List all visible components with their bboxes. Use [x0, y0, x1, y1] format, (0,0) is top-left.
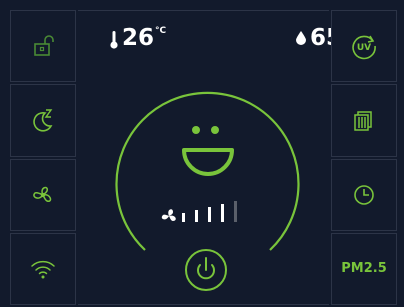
- uv-icon: UV: [352, 35, 376, 60]
- filter-icon: [354, 111, 372, 132]
- clock-icon: [354, 184, 374, 205]
- status-arc: [115, 91, 300, 251]
- fan-speed-bar: [208, 207, 211, 222]
- fan-speed-bar: [182, 213, 185, 222]
- smile-face-icon: [182, 126, 234, 176]
- timer-button[interactable]: [331, 158, 397, 231]
- power-button[interactable]: [185, 249, 227, 291]
- thermometer-icon: [110, 31, 118, 49]
- right-button-column: UV PM2.5: [331, 10, 397, 305]
- temperature-readout: 26 °C: [110, 26, 166, 50]
- pm25-button[interactable]: PM2.5: [331, 232, 397, 305]
- fan-speed-bars: [182, 201, 237, 222]
- filter-button[interactable]: [331, 84, 397, 157]
- fan-speed-bar: [195, 210, 198, 222]
- pm25-label: PM2.5: [341, 261, 387, 277]
- fan-speed-bar: [234, 201, 237, 222]
- fan-speed-bar: [221, 204, 224, 222]
- temperature-value: 26: [122, 25, 155, 51]
- temperature-unit: °C: [155, 26, 167, 36]
- water-drop-icon: [296, 31, 306, 45]
- uv-button[interactable]: UV: [331, 10, 397, 83]
- uv-label: UV: [357, 43, 371, 53]
- fan-speed-fan-icon: [161, 209, 176, 221]
